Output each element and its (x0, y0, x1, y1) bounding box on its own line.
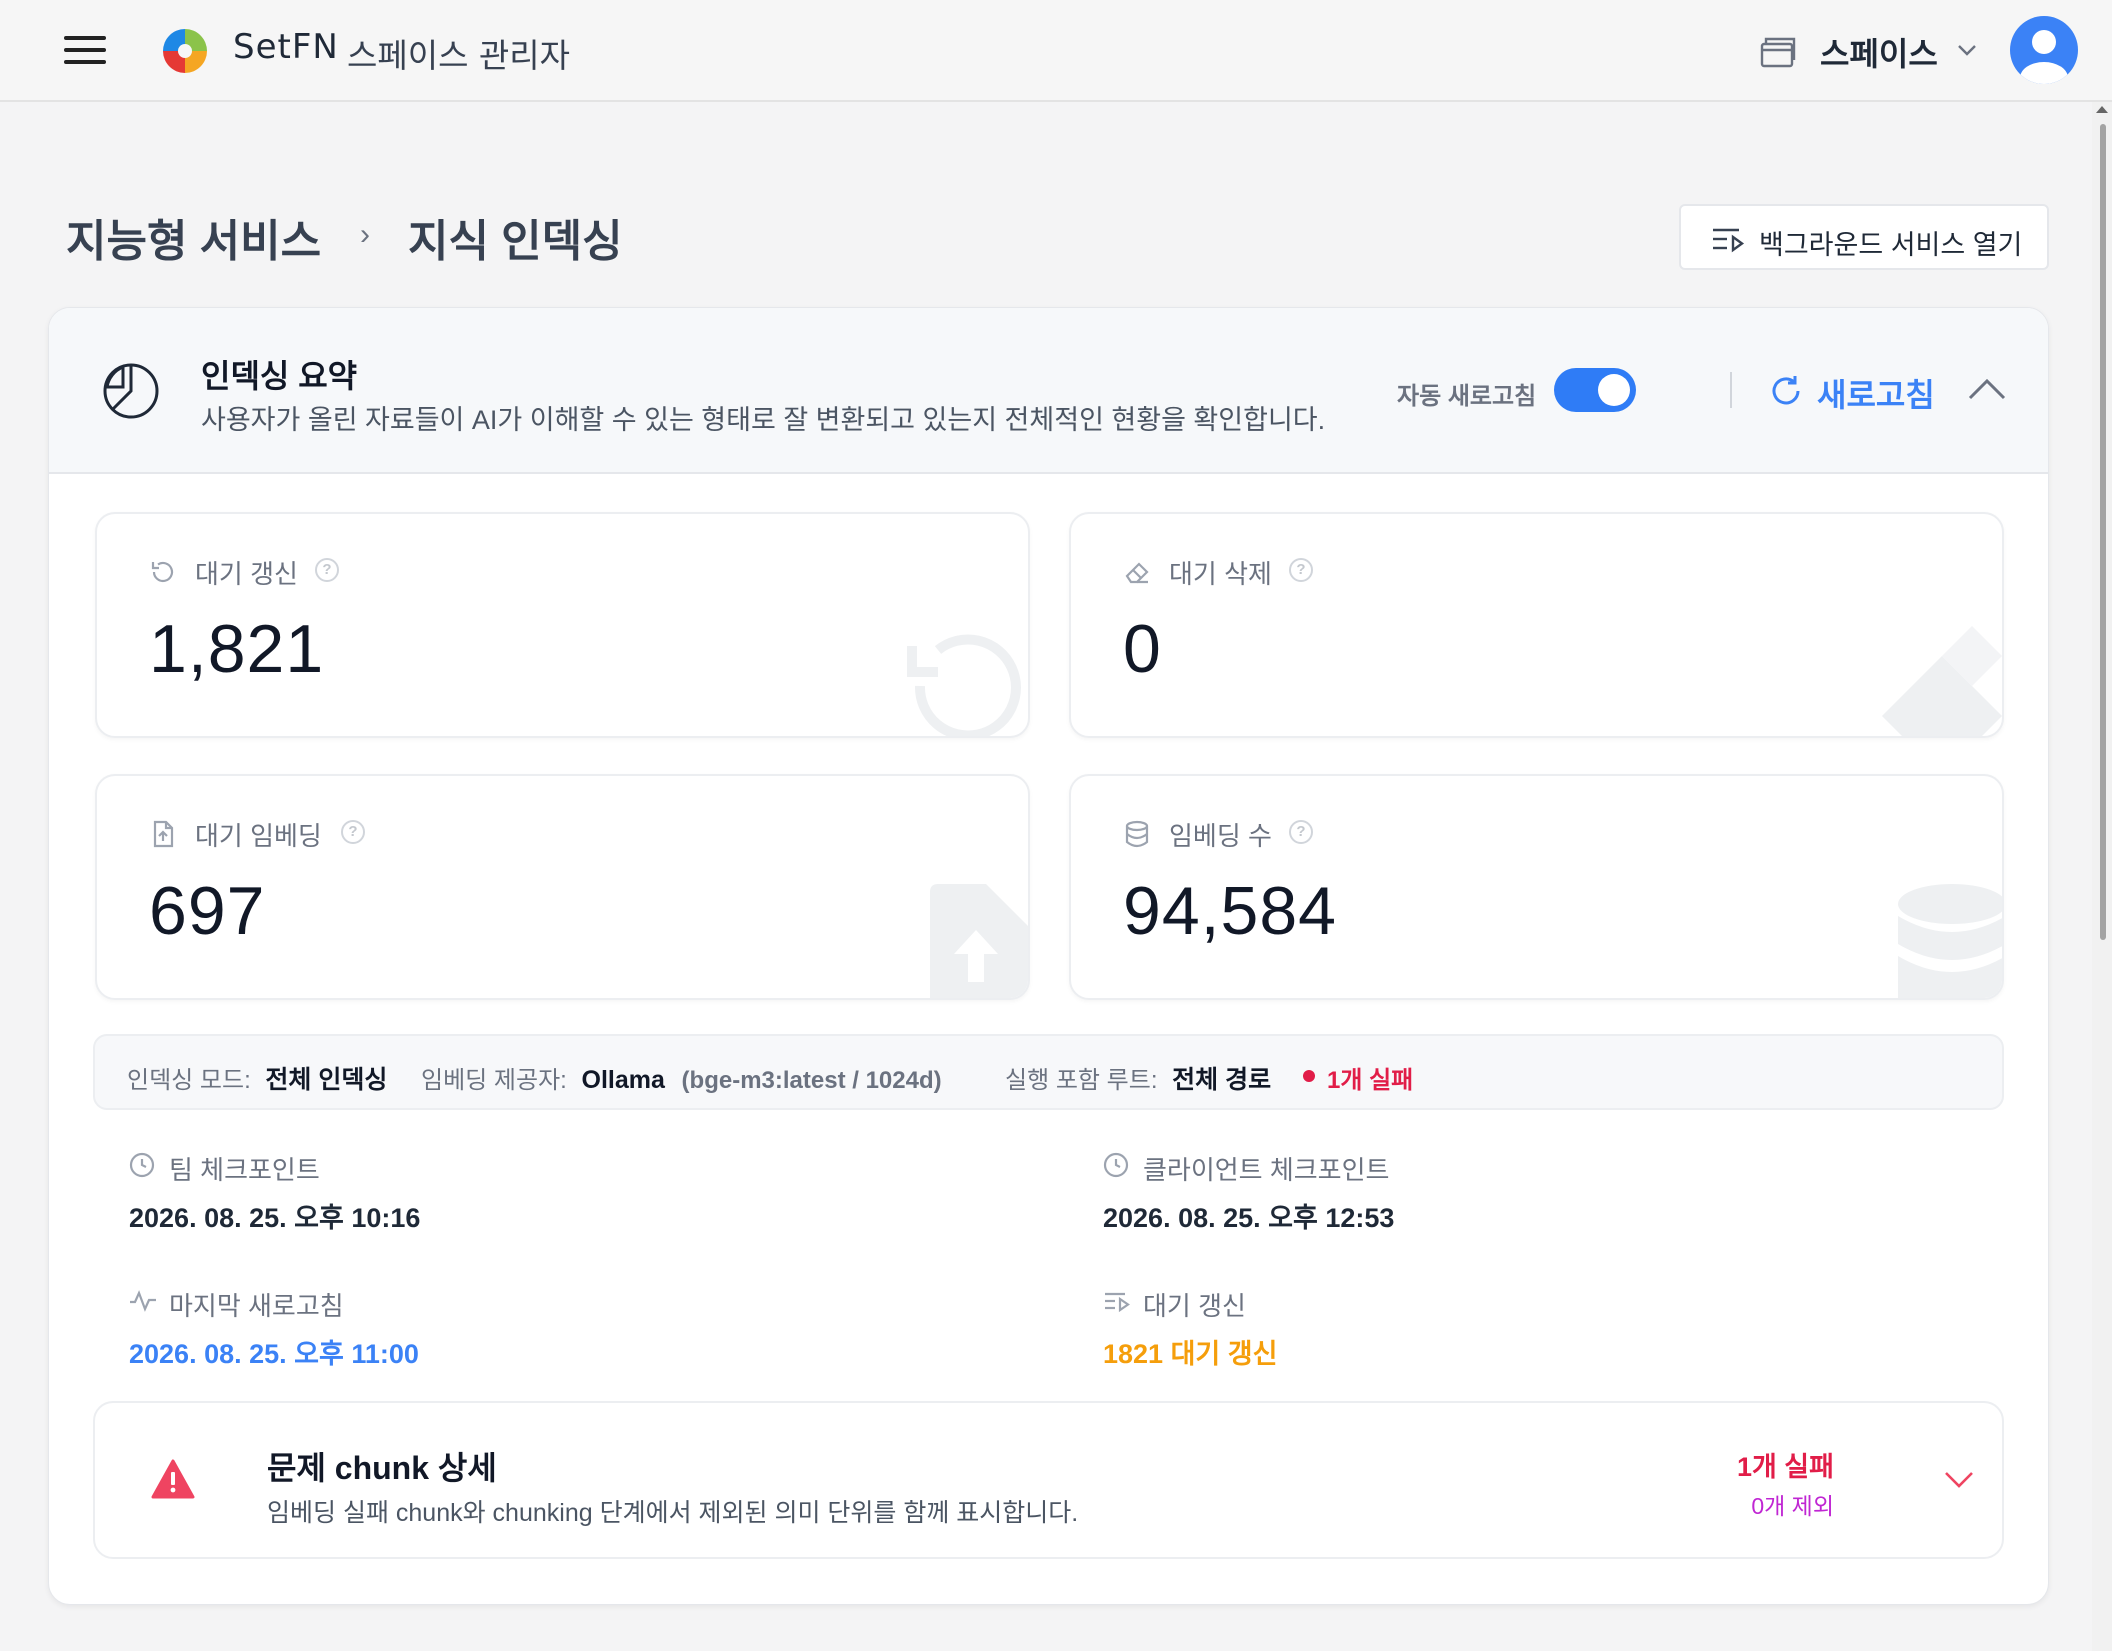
auto-refresh-toggle[interactable] (1554, 368, 1636, 412)
excluded-count-badge: 0개 제외 (1751, 1493, 1834, 1519)
avatar[interactable] (2010, 16, 2078, 84)
help-icon[interactable]: ? (341, 820, 365, 844)
refresh-icon (151, 561, 174, 583)
stat-value: 94,584 (1123, 873, 1337, 949)
indexing-mode-label: 인덱싱 모드: (127, 1067, 251, 1094)
pie-chart-icon (103, 363, 159, 419)
refresh-label: 새로고침 (1817, 377, 1935, 413)
stat-value: 1,821 (149, 611, 325, 687)
execution-root: 실행 포함 루트: 전체 경로 (1005, 1060, 1271, 1096)
file-upload-watermark-icon (930, 884, 1028, 998)
scroll-thumb[interactable] (2100, 124, 2106, 940)
stat-card-pending-delete: 대기 삭제 ? 0 (1069, 512, 2004, 738)
open-background-service-button[interactable]: 백그라운드 서비스 열기 (1679, 204, 2049, 270)
indexing-mode: 인덱싱 모드: 전체 인덱싱 (127, 1060, 387, 1096)
refresh-icon (1772, 376, 1800, 405)
problem-chunk-panel[interactable]: 문제 chunk 상세 임베딩 실패 chunk와 chunking 단계에서 … (93, 1401, 2004, 1559)
team-checkpoint-label: 팀 체크포인트 (169, 1155, 320, 1185)
chevron-down-icon[interactable] (1955, 38, 1979, 62)
warning-icon (151, 1459, 195, 1499)
divider (1730, 372, 1732, 408)
help-icon[interactable]: ? (1289, 558, 1313, 582)
scrollbar[interactable] (2092, 102, 2112, 1651)
client-checkpoint-value: 2026. 08. 25. 오후 12:53 (1103, 1203, 1395, 1233)
execution-root-label: 실행 포함 루트: (1005, 1067, 1158, 1094)
list-play-icon (1713, 228, 1745, 253)
fail-count-badge: 1개 실패 (1736, 1452, 1834, 1482)
chevron-down-icon[interactable] (1943, 1469, 1975, 1491)
last-refresh-label: 마지막 새로고침 (169, 1291, 344, 1321)
page-title: 지식 인덱싱 (408, 217, 623, 266)
breadcrumb-separator: › (360, 218, 370, 251)
stat-value: 697 (149, 873, 266, 949)
execution-root-value: 전체 경로 (1172, 1066, 1272, 1094)
fail-status-badge: 1개 실패 (1327, 1067, 1414, 1094)
database-icon (1125, 820, 1149, 848)
top-bar: SetFN 스페이스 관리자 스페이스 (0, 0, 2112, 102)
pending-update-label: 대기 갱신 (1143, 1291, 1246, 1321)
stat-label: 대기 삭제 (1169, 559, 1272, 589)
breadcrumb-parent[interactable]: 지능형 서비스 (66, 205, 321, 269)
app-subtitle: 스페이스 관리자 (347, 36, 571, 75)
brand-name: SetFN (233, 27, 339, 67)
embedding-model: (bge-m3:latest / 1024d) (681, 1067, 942, 1094)
help-icon[interactable]: ? (1289, 820, 1313, 844)
embedding-provider: 임베딩 제공자: Ollama (bge-m3:latest / 1024d) (421, 1060, 942, 1095)
help-icon[interactable]: ? (315, 558, 339, 582)
stat-label: 임베딩 수 (1169, 821, 1272, 851)
eraser-icon (1125, 562, 1149, 584)
list-play-icon (1105, 1292, 1130, 1313)
clock-icon (129, 1152, 155, 1178)
problem-chunk-title: 문제 chunk 상세 (267, 1450, 497, 1486)
eraser-watermark-icon (1882, 626, 2002, 736)
activity-icon (130, 1290, 156, 1312)
refresh-watermark-icon (907, 634, 1021, 736)
summary-header: 인덱싱 요약 사용자가 올린 자료들이 AI가 이해할 수 있는 형태로 잘 변… (49, 308, 2048, 474)
status-dot (1303, 1070, 1315, 1082)
scroll-up-arrow-icon[interactable] (2096, 106, 2108, 113)
space-icon[interactable] (1760, 34, 1796, 68)
user-icon (2020, 30, 2068, 84)
logo-icon (163, 29, 207, 73)
stat-card-pending-embedding: 대기 임베딩 ? 697 (95, 774, 1030, 1000)
indexing-summary-card: 인덱싱 요약 사용자가 올린 자료들이 AI가 이해할 수 있는 형태로 잘 변… (48, 307, 2049, 1605)
stat-label: 대기 임베딩 (195, 821, 322, 851)
indexing-info-strip: 인덱싱 모드: 전체 인덱싱 임베딩 제공자: Ollama (bge-m3:l… (93, 1034, 2004, 1110)
database-watermark-icon (1898, 884, 2002, 998)
team-checkpoint-value: 2026. 08. 25. 오후 10:16 (129, 1203, 421, 1233)
embedding-provider-value: Ollama (581, 1066, 665, 1094)
open-background-service-label: 백그라운드 서비스 열기 (1759, 230, 2023, 260)
pending-update-value: 1821 대기 갱신 (1103, 1339, 1278, 1369)
clock-icon (1103, 1152, 1129, 1178)
menu-icon[interactable] (64, 34, 106, 66)
chevron-up-icon[interactable] (1967, 374, 2007, 404)
auto-refresh-label: 자동 새로고침 (1397, 383, 1537, 410)
embedding-provider-label: 임베딩 제공자: (421, 1067, 567, 1094)
summary-title: 인덱싱 요약 (201, 358, 358, 394)
client-checkpoint-label: 클라이언트 체크포인트 (1143, 1155, 1390, 1185)
stat-card-pending-update: 대기 갱신 ? 1,821 (95, 512, 1030, 738)
last-refresh-value: 2026. 08. 25. 오후 11:00 (129, 1339, 419, 1369)
stat-value: 0 (1123, 611, 1162, 687)
stat-label: 대기 갱신 (195, 559, 298, 589)
summary-description: 사용자가 올린 자료들이 AI가 이해할 수 있는 형태로 잘 변환되고 있는지… (201, 405, 1326, 435)
toggle-knob (1598, 374, 1630, 406)
stat-card-embedding-count: 임베딩 수 ? 94,584 (1069, 774, 2004, 1000)
space-selector[interactable]: 스페이스 (1820, 29, 1938, 75)
problem-chunk-description: 임베딩 실패 chunk와 chunking 단계에서 제외된 의미 단위를 함… (267, 1499, 1079, 1527)
indexing-mode-value: 전체 인덱싱 (265, 1066, 388, 1094)
file-upload-icon (153, 820, 174, 848)
